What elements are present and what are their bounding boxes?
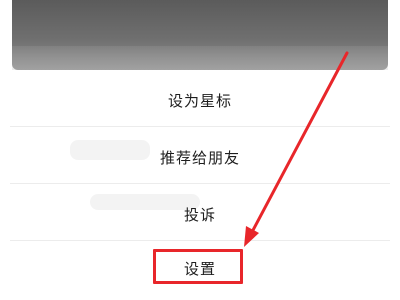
divider (10, 183, 390, 184)
divider (10, 240, 390, 241)
menu-item-label: 推荐给朋友 (159, 149, 240, 167)
divider (10, 126, 390, 127)
header-fade-strip (12, 46, 388, 70)
menu-item-label: 设为星标 (167, 92, 232, 110)
highlight-box (153, 249, 243, 284)
menu-item-star[interactable]: 设为星标 (0, 90, 400, 111)
menu-item-recommend-to-friend[interactable]: 推荐给朋友 (0, 147, 400, 168)
blurred-profile-header (12, 0, 388, 70)
screenshot-stage: 设为星标 推荐给朋友 投诉 设置 (0, 0, 400, 300)
menu-item-complain[interactable]: 投诉 (0, 204, 400, 225)
menu-item-label: 投诉 (183, 206, 216, 224)
